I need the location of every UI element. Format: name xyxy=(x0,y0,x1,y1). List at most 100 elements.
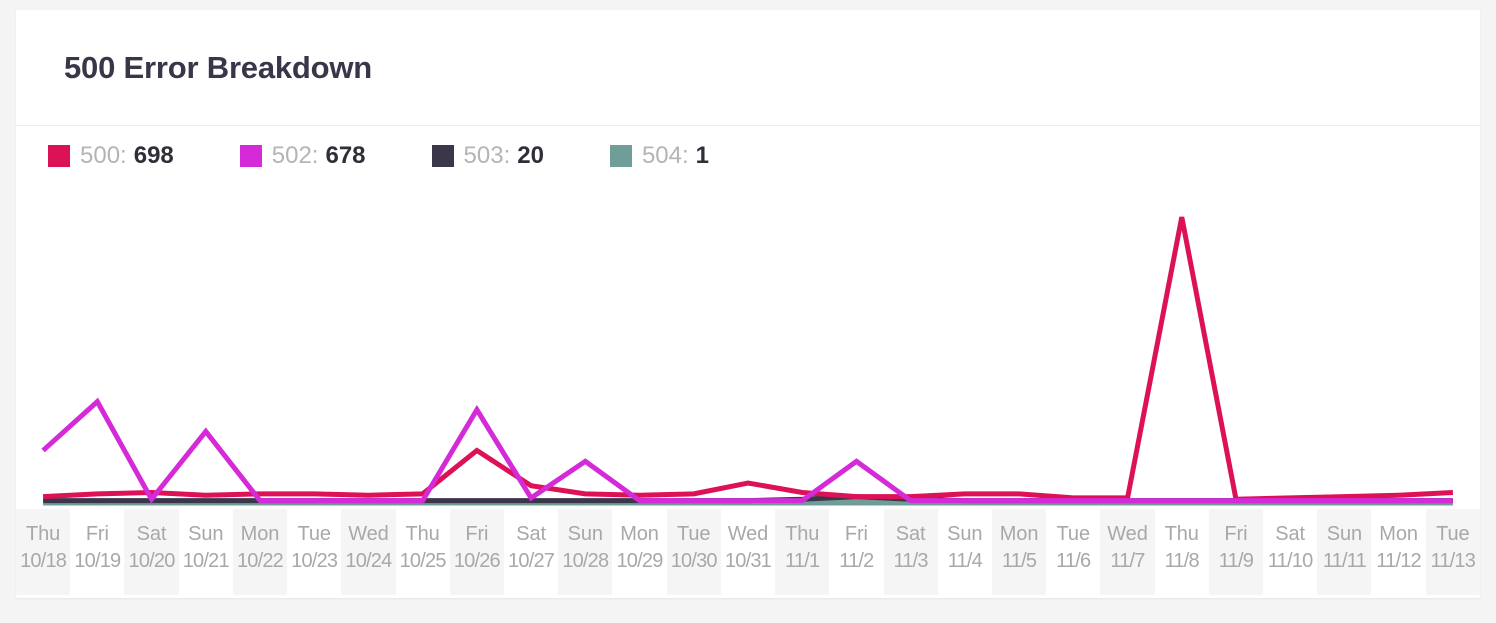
x-axis-tick-date: 10/25 xyxy=(399,550,447,572)
x-axis-tick-date: 10/31 xyxy=(724,550,772,572)
x-axis-tick-date: 10/19 xyxy=(74,550,121,572)
x-axis-tick-date: 11/13 xyxy=(1430,550,1476,572)
legend-label-500: 500: xyxy=(80,142,127,169)
x-axis: Thu 10/18 Fri 10/19 Sat 10/20 Sun 10/21 Mon 10/22… xyxy=(16,509,1480,595)
x-axis-tick-dow: Thu xyxy=(1164,523,1199,545)
x-axis-tick-date: 10/22 xyxy=(236,550,284,572)
x-axis-tick-dow: Fri xyxy=(1224,523,1248,545)
x-axis-tick: Mon 11/5 xyxy=(991,509,1047,595)
series-line-502 xyxy=(43,402,1453,501)
x-axis-tick-date: 10/30 xyxy=(670,550,718,572)
x-axis-tick: Sun 10/21 xyxy=(179,509,233,595)
x-axis-tick: Sat 11/10 xyxy=(1263,509,1317,595)
legend-label-504: 504: xyxy=(641,142,689,169)
x-axis-tick: Fri 11/9 xyxy=(1208,509,1264,595)
x-axis-tick-date: 11/10 xyxy=(1267,550,1313,572)
x-axis-tick: Tue 10/30 xyxy=(666,509,721,595)
x-axis-tick: Mon 10/22 xyxy=(232,509,288,595)
x-axis-tick: Fri 10/26 xyxy=(449,509,504,595)
x-axis-tick-dow: Tue xyxy=(677,523,711,545)
x-axis-tick: Fri 10/19 xyxy=(70,509,124,595)
x-axis-tick-dow: Wed xyxy=(1107,523,1148,545)
x-axis-tick: Sun 11/4 xyxy=(938,509,992,595)
x-axis-tick-date: 11/3 xyxy=(893,550,928,572)
legend-item-503[interactable]: 503: 20 xyxy=(431,142,544,170)
legend-value-502: 678 xyxy=(325,142,366,169)
x-axis-tick: Fri 11/2 xyxy=(829,509,883,595)
legend-label-503: 503: xyxy=(463,142,511,169)
legend-value-500: 698 xyxy=(133,142,174,169)
legend-value-503: 20 xyxy=(517,142,544,169)
chart-card: 500 Error Breakdown 500: 698 502: 678 503: 20… xyxy=(16,10,1480,598)
legend-swatch-icon-504 xyxy=(609,145,632,167)
x-axis-tick-date: 10/27 xyxy=(508,550,555,572)
x-axis-tick-date: 11/4 xyxy=(947,550,983,572)
x-axis-tick-dow: Sat xyxy=(136,523,167,545)
x-axis-tick-date: 10/23 xyxy=(291,550,338,572)
x-axis-tick: Sat 10/20 xyxy=(124,509,179,595)
x-axis-tick-date: 10/28 xyxy=(562,550,609,572)
x-axis-tick-dow: Fri xyxy=(85,523,109,545)
x-axis-tick-date: 11/7 xyxy=(1110,550,1145,572)
x-axis-tick: Sun 10/28 xyxy=(558,509,613,595)
x-axis-tick-date: 10/24 xyxy=(345,550,392,572)
x-axis-tick: Tue 10/23 xyxy=(287,509,341,595)
x-axis-tick-date: 10/26 xyxy=(453,550,501,572)
x-axis-tick: Wed 10/24 xyxy=(341,509,396,595)
legend-item-500[interactable]: 500: 698 xyxy=(48,142,174,170)
x-axis-tick-dow: Mon xyxy=(1379,523,1418,545)
legend-label-502: 502: xyxy=(271,142,319,169)
x-axis-tick-dow: Thu xyxy=(405,523,440,545)
x-axis-tick-dow: Fri xyxy=(465,523,489,545)
legend-value-504: 1 xyxy=(695,142,710,169)
x-axis-tick-dow: Mon xyxy=(620,523,659,545)
page-root: 500 Error Breakdown 500: 698 502: 678 503: 20… xyxy=(0,0,1496,623)
x-axis-tick-date: 11/5 xyxy=(1001,550,1037,572)
x-axis-tick-date: 10/29 xyxy=(616,550,663,572)
x-axis-tick-dow: Tue xyxy=(1056,523,1091,545)
x-axis-tick-dow: Tue xyxy=(297,523,331,545)
x-axis-tick-dow: Sat xyxy=(895,523,926,545)
x-axis-tick-dow: Thu xyxy=(785,523,820,545)
page-title: 500 Error Breakdown xyxy=(64,49,373,85)
x-axis-tick: Thu 10/18 xyxy=(16,509,71,595)
x-axis-tick: Mon 10/29 xyxy=(612,509,666,595)
x-axis-tick-dow: Mon xyxy=(999,523,1039,545)
x-axis-tick-date: 11/2 xyxy=(839,550,874,572)
series-line-500 xyxy=(43,217,1453,499)
chart-legend: 500: 698 502: 678 503: 20 504: 1 xyxy=(16,126,1480,186)
chart-plot-area xyxy=(16,186,1480,509)
x-axis-tick-date: 11/1 xyxy=(785,550,820,572)
card-footer xyxy=(16,595,1480,598)
legend-swatch-icon-503 xyxy=(431,145,454,167)
legend-swatch-icon-502 xyxy=(239,145,262,167)
x-axis-tick-date: 11/8 xyxy=(1164,550,1200,572)
x-axis-tick-date: 10/21 xyxy=(182,550,230,572)
x-axis-tick-dow: Sat xyxy=(516,523,546,545)
x-axis-tick: Sun 11/11 xyxy=(1317,509,1372,595)
x-axis-tick: Tue 11/13 xyxy=(1425,509,1480,595)
x-axis-tick-dow: Sun xyxy=(188,523,224,545)
x-axis-tick-dow: Wed xyxy=(348,523,389,545)
card-header: 500 Error Breakdown xyxy=(16,10,1480,126)
x-axis-tick-dow: Sun xyxy=(1326,523,1362,545)
x-axis-tick-date: 11/9 xyxy=(1218,550,1254,572)
x-axis-tick-date: 11/12 xyxy=(1376,550,1421,572)
x-axis-tick-date: 11/11 xyxy=(1322,550,1367,572)
legend-item-504[interactable]: 504: 1 xyxy=(609,142,710,170)
x-axis-tick-dow: Wed xyxy=(727,523,769,545)
x-axis-tick-dow: Sun xyxy=(947,523,983,545)
x-axis-tick-dow: Sat xyxy=(1275,523,1305,545)
line-chart-svg xyxy=(16,186,1480,509)
x-axis-tick-date: 10/18 xyxy=(20,550,67,572)
x-axis-tick: Sat 11/3 xyxy=(883,509,938,595)
x-axis-tick: Tue 11/6 xyxy=(1046,509,1100,595)
x-axis-tick-dow: Sun xyxy=(567,523,603,545)
x-axis-tick: Thu 11/1 xyxy=(775,509,830,595)
x-axis-tick-date: 11/6 xyxy=(1056,550,1091,572)
x-axis-tick: Sat 10/27 xyxy=(504,509,558,595)
legend-swatch-icon-500 xyxy=(48,145,70,167)
x-axis-tick-dow: Tue xyxy=(1436,523,1470,545)
x-axis-tick: Thu 11/8 xyxy=(1155,509,1209,595)
legend-item-502[interactable]: 502: 678 xyxy=(239,142,366,170)
